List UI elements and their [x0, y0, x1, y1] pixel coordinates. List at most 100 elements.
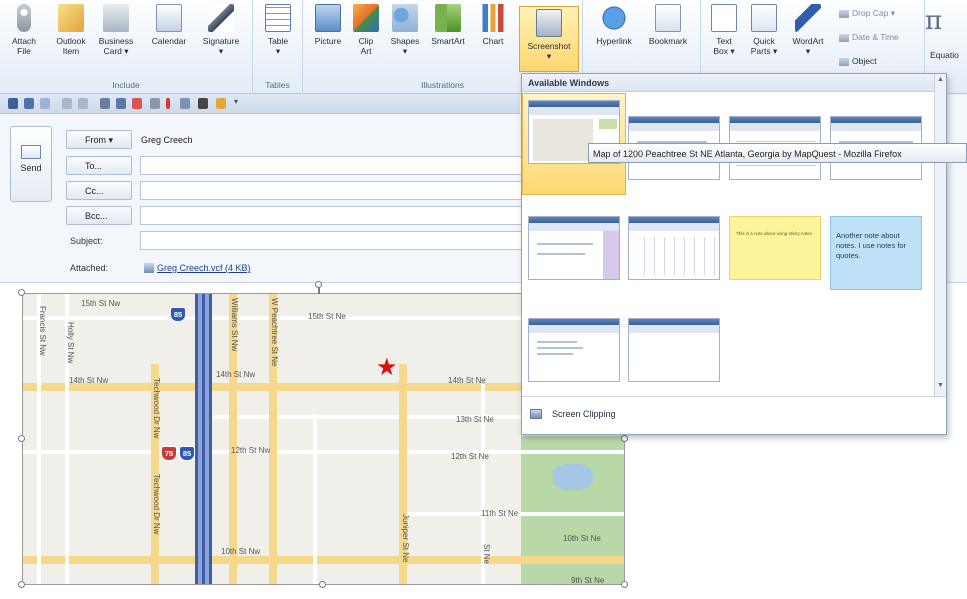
scroll-down-button[interactable]: ▼ — [936, 382, 945, 392]
text-box-button[interactable]: Text Box ▾ — [705, 4, 743, 56]
thumb-toolbar — [730, 123, 820, 131]
street-label: St Ne — [482, 544, 491, 565]
next-icon[interactable] — [78, 98, 88, 109]
scroll-up-button[interactable]: ▲ — [936, 76, 945, 86]
window-thumbnail[interactable] — [628, 318, 720, 382]
attached-label: Attached: — [70, 263, 109, 273]
date-time-button[interactable]: Date & Time — [839, 32, 899, 42]
quick-access-toolbar: ▾ — [0, 94, 520, 114]
clip-art-button[interactable]: Clip Art — [347, 4, 385, 56]
street-label: 10th St Nw — [221, 547, 261, 556]
cc-field[interactable] — [140, 181, 530, 200]
redo-icon[interactable] — [40, 98, 50, 109]
thumb-grid — [635, 237, 715, 275]
attach-icon[interactable] — [150, 98, 160, 109]
street-label: Holly St Nw — [66, 322, 75, 364]
resize-handle-se[interactable] — [621, 581, 628, 588]
bcc-field[interactable] — [140, 206, 530, 225]
street-label: 9th St Ne — [571, 576, 605, 585]
hyperlink-button[interactable]: Hyperlink — [589, 4, 639, 46]
undo-icon[interactable] — [24, 98, 34, 109]
outlook-item-button[interactable]: Outlook Item — [52, 4, 90, 56]
window-thumbnail[interactable] — [528, 318, 620, 382]
print-icon[interactable] — [100, 98, 110, 109]
attach-file-button[interactable]: Attach File — [5, 4, 43, 56]
thumb-toolbar — [529, 107, 619, 115]
window-tooltip: Map of 1200 Peachtree St NE Atlanta, Geo… — [588, 143, 967, 163]
window-thumbnail-sticky-note[interactable]: Another note about notes. I use notes fo… — [830, 216, 922, 290]
business-card-button[interactable]: Business Card ▾ — [97, 4, 135, 56]
chart-icon — [480, 4, 506, 32]
street-label: Juniper St Ne — [401, 514, 410, 563]
equation-icon[interactable]: π — [925, 6, 942, 36]
tables-group: Table ▾ Tables — [253, 0, 303, 94]
wordart-button[interactable]: WordArt ▾ — [787, 4, 829, 56]
previous-icon[interactable] — [62, 98, 72, 109]
location-star-icon: ★ — [376, 354, 398, 381]
customize-toolbar-button[interactable]: ▾ — [234, 97, 244, 108]
screen-clipping-button[interactable]: Screen Clipping — [522, 396, 946, 434]
equation-button[interactable]: Equatio — [930, 50, 959, 60]
send-button[interactable]: Send — [10, 126, 52, 202]
thumb-toolbar — [629, 123, 719, 131]
bookmark-button[interactable]: Bookmark — [643, 4, 693, 46]
street-label: 15th St Ne — [308, 312, 346, 321]
picture-icon — [315, 4, 341, 32]
screen-clipping-icon — [530, 409, 542, 419]
importance-high-icon[interactable] — [166, 98, 170, 109]
lake-area — [553, 464, 593, 490]
smartart-button[interactable]: SmartArt — [427, 4, 469, 46]
resize-handle-w[interactable] — [18, 435, 25, 442]
globe-link-icon — [601, 4, 627, 32]
street-label: Williams St Nw — [230, 298, 239, 352]
business-card-icon — [103, 4, 129, 32]
insert-icon[interactable] — [180, 98, 190, 109]
calendar-button[interactable]: Calendar — [147, 4, 191, 46]
resize-handle-sw[interactable] — [18, 581, 25, 588]
street-label: 14th St Ne — [448, 376, 486, 385]
to-field[interactable] — [140, 156, 530, 175]
picture-button[interactable]: Picture — [309, 4, 347, 46]
cc-button[interactable]: Cc... — [66, 181, 132, 200]
signature-button[interactable]: Signature ▾ — [198, 4, 244, 56]
shapes-button[interactable]: Shapes ▾ — [386, 4, 424, 56]
to-button[interactable]: To... — [66, 156, 132, 175]
rotate-handle[interactable] — [315, 281, 322, 288]
spelling-icon[interactable] — [116, 98, 126, 109]
table-button[interactable]: Table ▾ — [259, 4, 297, 56]
from-button[interactable]: From ▾ — [66, 130, 132, 149]
chart-button[interactable]: Chart — [474, 4, 512, 46]
thumb-pane — [603, 231, 619, 279]
signature-icon — [208, 4, 234, 32]
include-group: Attach File Outlook Item Business Card ▾… — [0, 0, 253, 94]
attachment-item[interactable]: Greg Creech.vcf (4 KB) — [144, 263, 251, 273]
window-thumbnail[interactable] — [528, 216, 620, 280]
subject-field[interactable] — [140, 231, 530, 250]
street-label: 11th St Ne — [481, 509, 519, 518]
object-button[interactable]: Object — [839, 56, 877, 66]
screenshot-button[interactable]: Screenshot ▾ — [519, 6, 579, 72]
flag-icon[interactable] — [132, 98, 142, 109]
resize-handle-s[interactable] — [319, 581, 326, 588]
interstate-85-shield: 85 — [170, 307, 186, 322]
drop-cap-button[interactable]: Drop Cap ▾ — [839, 8, 895, 19]
thumb-toolbar — [529, 325, 619, 333]
save-icon[interactable] — [8, 98, 18, 109]
date-time-icon — [839, 33, 849, 42]
quick-parts-button[interactable]: Quick Parts ▾ — [745, 4, 783, 56]
street-label: 14th St Nw — [69, 376, 109, 385]
resize-handle-e[interactable] — [621, 435, 628, 442]
interstate-75-shield: 75 — [161, 446, 177, 461]
window-thumbnail[interactable] — [628, 216, 720, 280]
window-thumbnail-sticky-note[interactable]: This is a note about using sticky notes — [729, 216, 821, 280]
table-icon — [265, 4, 291, 32]
close-icon[interactable] — [198, 98, 208, 109]
bcc-button[interactable]: Bcc... — [66, 206, 132, 225]
thumb-toolbar — [629, 223, 719, 231]
resize-handle-nw[interactable] — [18, 289, 25, 296]
gallery-scrollbar[interactable]: ▲ ▼ — [934, 74, 946, 396]
send-envelope-icon — [21, 145, 41, 159]
format-icon[interactable] — [216, 98, 226, 109]
available-windows-header: Available Windows — [522, 74, 935, 92]
interstate-85-shield: 85 — [179, 446, 195, 461]
